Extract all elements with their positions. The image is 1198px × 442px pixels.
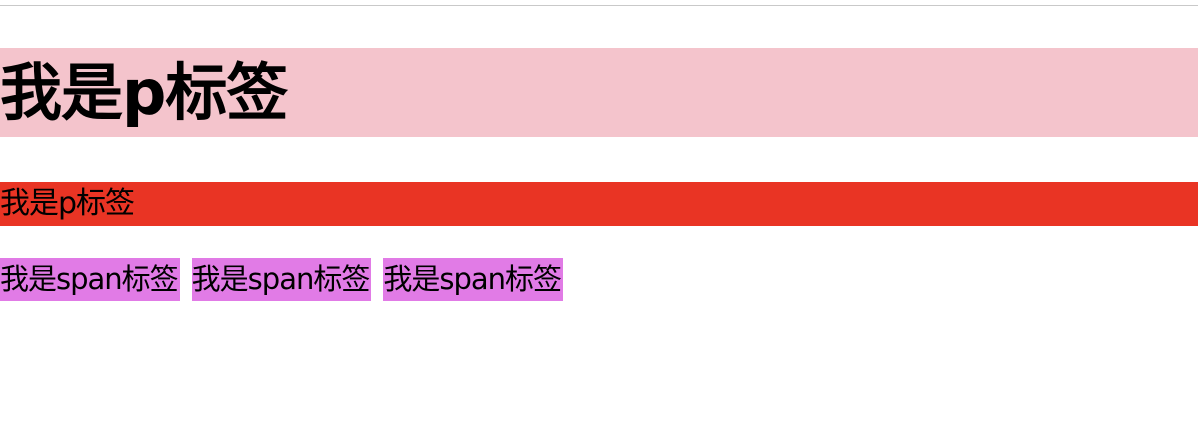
span-tag: 我是span标签 [191, 258, 372, 301]
top-divider [0, 5, 1198, 6]
span-tag: 我是span标签 [383, 258, 564, 301]
heading-block: 我是p标签 [0, 48, 1198, 137]
heading-text: 我是p标签 [0, 55, 288, 129]
span-row: 我是span标签 我是span标签 我是span标签 [0, 258, 564, 301]
span-tag: 我是span标签 [0, 258, 180, 301]
paragraph-text: 我是p标签 [0, 186, 135, 221]
paragraph-block: 我是p标签 [0, 182, 1198, 226]
